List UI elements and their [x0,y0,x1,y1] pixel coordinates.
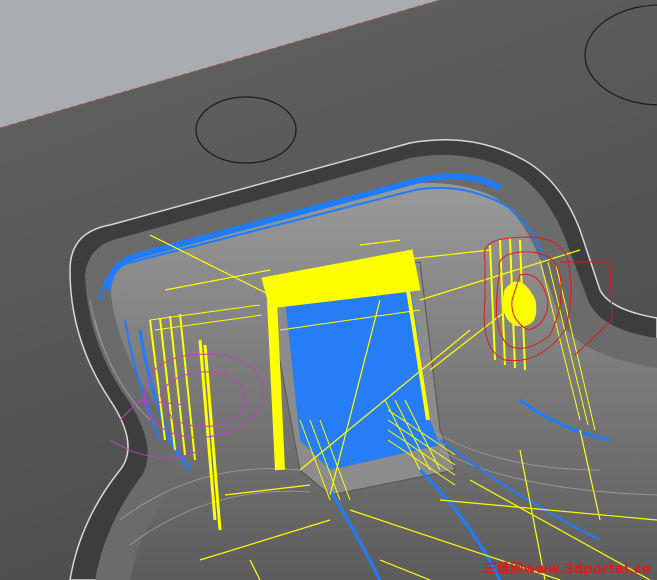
watermark: 三维网www.3dportal.cn [484,558,651,577]
watermark-url-text: www.3dportal.cn [523,562,651,577]
cad-scene[interactable] [0,0,657,580]
cad-viewport[interactable]: 三维网www.3dportal.cn [0,0,657,580]
watermark-cn-text: 三维网 [483,562,524,577]
